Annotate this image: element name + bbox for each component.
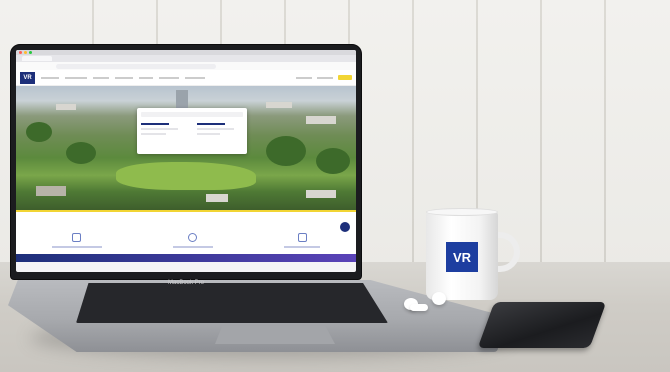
nav-item[interactable]	[159, 76, 179, 79]
site-header: VR	[16, 70, 356, 86]
earbud-right	[432, 292, 446, 305]
footer-band	[16, 254, 356, 262]
browser-tab[interactable]	[22, 56, 52, 61]
laptop-trackpad	[215, 326, 335, 344]
quick-link[interactable]	[51, 233, 102, 248]
chat-button[interactable]	[340, 222, 350, 232]
nav-item[interactable]	[65, 76, 87, 79]
nav-item[interactable]	[317, 76, 333, 79]
nav-item[interactable]	[185, 76, 205, 79]
earbud-stem	[410, 304, 428, 311]
site-logo[interactable]: VR	[20, 71, 35, 84]
laptop-brand-label: MacBook Pro	[167, 280, 204, 286]
address-bar[interactable]	[56, 63, 216, 69]
laptop-screen: VR	[16, 50, 356, 272]
smartphone	[477, 302, 607, 348]
quick-links-strip	[16, 210, 356, 254]
calendar-icon	[297, 233, 307, 242]
browser-tab-bar	[16, 55, 356, 62]
laptop-keyboard	[76, 283, 388, 323]
search-input[interactable]	[141, 112, 243, 117]
document-icon	[72, 233, 82, 242]
nav-item[interactable]	[41, 76, 59, 79]
quick-link[interactable]	[172, 233, 213, 248]
nav-item[interactable]	[139, 76, 153, 79]
sun-icon	[188, 233, 198, 242]
browser-toolbar	[16, 62, 356, 70]
nav-item[interactable]	[296, 76, 312, 79]
hero-aerial-photo	[16, 86, 356, 210]
quick-link[interactable]	[284, 233, 321, 248]
nav-cta-button[interactable]	[338, 75, 352, 80]
mug-logo: VR	[446, 242, 478, 272]
search-card	[137, 108, 247, 154]
nav-item[interactable]	[115, 76, 133, 79]
nav-item[interactable]	[93, 76, 109, 79]
mug-rim	[426, 208, 498, 216]
